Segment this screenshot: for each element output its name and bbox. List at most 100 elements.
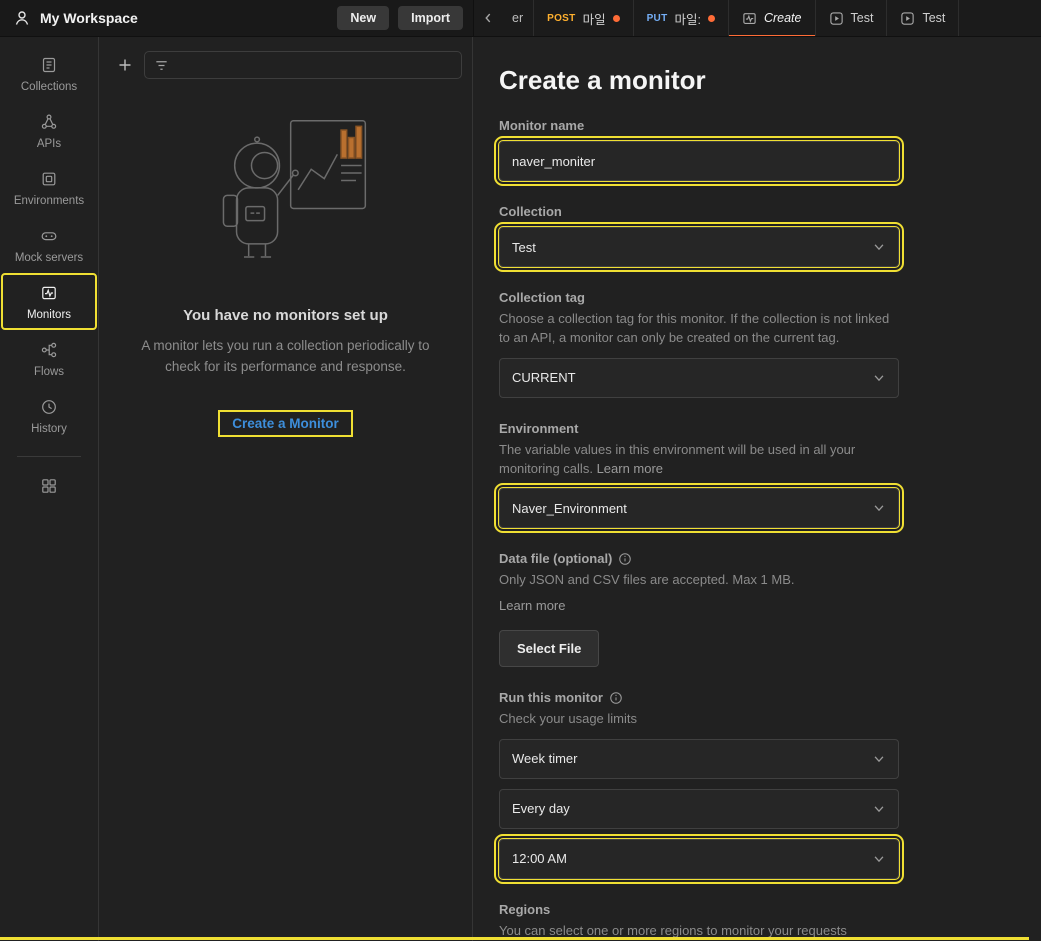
- empty-state-title: You have no monitors set up: [183, 307, 388, 324]
- app-window: My Workspace New Import er POST 마일 PUT 마…: [0, 0, 1041, 941]
- environment-description-text: The variable values in this environment …: [499, 441, 856, 476]
- chevron-down-icon: [874, 756, 884, 763]
- sidebar-item-label: Monitors: [26, 309, 72, 321]
- grid-icon: [42, 479, 56, 493]
- collection-label: Collection: [499, 204, 562, 219]
- data-file-label: Data file (optional): [499, 551, 899, 566]
- empty-state-description: A monitor lets you run a collection peri…: [141, 338, 430, 374]
- monitor-name-label: Monitor name: [499, 118, 585, 133]
- sidebar-divider: [17, 456, 81, 457]
- data-file-description: Only JSON and CSV files are accepted. Ma…: [499, 572, 795, 588]
- collection-select[interactable]: Test: [494, 222, 904, 272]
- filter-monitors-box: [144, 51, 462, 79]
- tab-title: 마일: [582, 12, 606, 27]
- sidebar-item-flows[interactable]: Flows: [3, 332, 95, 385]
- create-monitor-link[interactable]: Create a Monitor: [218, 409, 353, 437]
- run-day-select[interactable]: Every day: [499, 788, 899, 829]
- run-icon: [900, 11, 915, 26]
- unsaved-dot-icon: [707, 14, 715, 22]
- monitor-name-group: Monitor name: [494, 118, 904, 186]
- tab-bar: er POST 마일 PUT 마일: Create Test Test: [473, 0, 1041, 36]
- tab-create-monitor[interactable]: Create: [728, 0, 816, 36]
- sidebar-item-apis[interactable]: APIs: [3, 104, 95, 157]
- run-time-selected-value: 12:00 AM: [512, 851, 567, 867]
- flows-icon: [41, 342, 57, 358]
- tab-test-1[interactable]: Test: [816, 0, 888, 36]
- filter-monitors-input[interactable]: [178, 58, 452, 72]
- plus-icon: [119, 59, 131, 71]
- environment-select[interactable]: Naver_Environment: [494, 483, 904, 534]
- run-icon: [829, 11, 844, 26]
- chevron-down-icon: [874, 505, 884, 512]
- collection-selected-value: Test: [512, 239, 536, 255]
- workspace-name[interactable]: My Workspace: [40, 10, 138, 26]
- tab-test-2[interactable]: Test: [887, 0, 960, 36]
- import-button[interactable]: Import: [398, 6, 463, 30]
- tab-title: er: [512, 11, 524, 25]
- run-time-select[interactable]: 12:00 AM: [494, 833, 904, 884]
- tab-title: Create: [763, 11, 802, 25]
- monitor-name-input[interactable]: [494, 136, 904, 186]
- user-icon: [15, 11, 29, 25]
- schedule-selects: Week timer Every day 12:00 AM: [494, 738, 904, 884]
- monitors-icon: [42, 286, 56, 300]
- page-title: Create a monitor: [499, 65, 706, 95]
- highlight-bottom-line: [0, 937, 1029, 940]
- run-monitor-description: Check your usage limits: [499, 711, 637, 727]
- sidebar-item-collections[interactable]: Collections: [3, 47, 95, 100]
- sidebar-more-panels-button[interactable]: [34, 471, 64, 506]
- add-monitor-button[interactable]: [116, 56, 134, 74]
- filter-icon: [156, 60, 167, 70]
- create-monitor-form: Monitor name Collection Test Collection …: [494, 118, 904, 941]
- history-icon: [42, 400, 56, 414]
- empty-monitors-illustration: [222, 119, 366, 258]
- tab-partial[interactable]: er: [502, 0, 535, 36]
- collection-tag-select[interactable]: CURRENT: [499, 357, 899, 398]
- collections-icon: [42, 57, 56, 73]
- new-button[interactable]: New: [337, 6, 390, 30]
- sidebar: Collections APIs Environments Mock serve…: [0, 37, 99, 941]
- sidebar-item-monitors[interactable]: Monitors: [1, 273, 97, 330]
- regions-group: Regions You can select one or more regio…: [499, 902, 899, 941]
- timer-type-select[interactable]: Week timer: [499, 738, 899, 779]
- sidebar-item-label: Collections: [20, 81, 78, 93]
- chevron-down-icon: [874, 856, 884, 863]
- regions-label: Regions: [499, 901, 551, 917]
- select-file-button[interactable]: Select File: [499, 630, 600, 668]
- environment-learn-more-link[interactable]: Learn more: [597, 461, 663, 476]
- sidebar-item-mock-servers[interactable]: Mock servers: [3, 218, 95, 271]
- environment-selected-value: Naver_Environment: [512, 500, 627, 516]
- run-monitor-label-text: Run this monitor: [499, 690, 603, 706]
- tab-post-request[interactable]: POST 마일: [534, 0, 634, 36]
- data-file-learn-more-link[interactable]: Learn more: [499, 597, 899, 616]
- environment-group: Environment The variable values in this …: [494, 421, 904, 534]
- sidebar-item-label: APIs: [36, 138, 62, 150]
- info-icon: [610, 691, 622, 704]
- run-monitor-group: Run this monitor Check your usage limits…: [494, 690, 904, 884]
- sidebar-item-environments[interactable]: Environments: [3, 161, 95, 214]
- sidebar-item-label: Mock servers: [14, 252, 84, 264]
- tabs-scroll-left-button[interactable]: [474, 0, 502, 36]
- data-file-label-text: Data file (optional): [499, 551, 613, 567]
- collection-tag-selected-value: CURRENT: [512, 370, 576, 386]
- chevron-left-icon: [485, 13, 491, 23]
- collection-group: Collection Test: [494, 204, 904, 272]
- body-row: Collections APIs Environments Mock serve…: [0, 37, 1041, 941]
- chevron-down-icon: [874, 806, 884, 813]
- tab-title: Test: [850, 11, 874, 25]
- apis-icon: [41, 114, 57, 129]
- timer-type-selected-value: Week timer: [512, 751, 578, 767]
- sidebar-item-history[interactable]: History: [3, 389, 95, 442]
- sidebar-item-label: Flows: [33, 366, 65, 378]
- mock-servers-icon: [41, 232, 57, 241]
- monitors-empty-state: You have no monitors set up A monitor le…: [99, 117, 472, 437]
- tab-title: 마일:: [674, 12, 701, 27]
- collection-tag-label: Collection tag: [499, 290, 585, 305]
- tab-title: Test: [922, 11, 946, 25]
- tab-put-request[interactable]: PUT 마일:: [634, 0, 729, 36]
- method-post-label: POST: [547, 12, 576, 24]
- unsaved-dot-icon: [612, 14, 620, 22]
- method-put-label: PUT: [646, 12, 668, 24]
- collection-tag-group: Collection tag Choose a collection tag f…: [499, 290, 899, 398]
- monitor-icon: [742, 11, 757, 26]
